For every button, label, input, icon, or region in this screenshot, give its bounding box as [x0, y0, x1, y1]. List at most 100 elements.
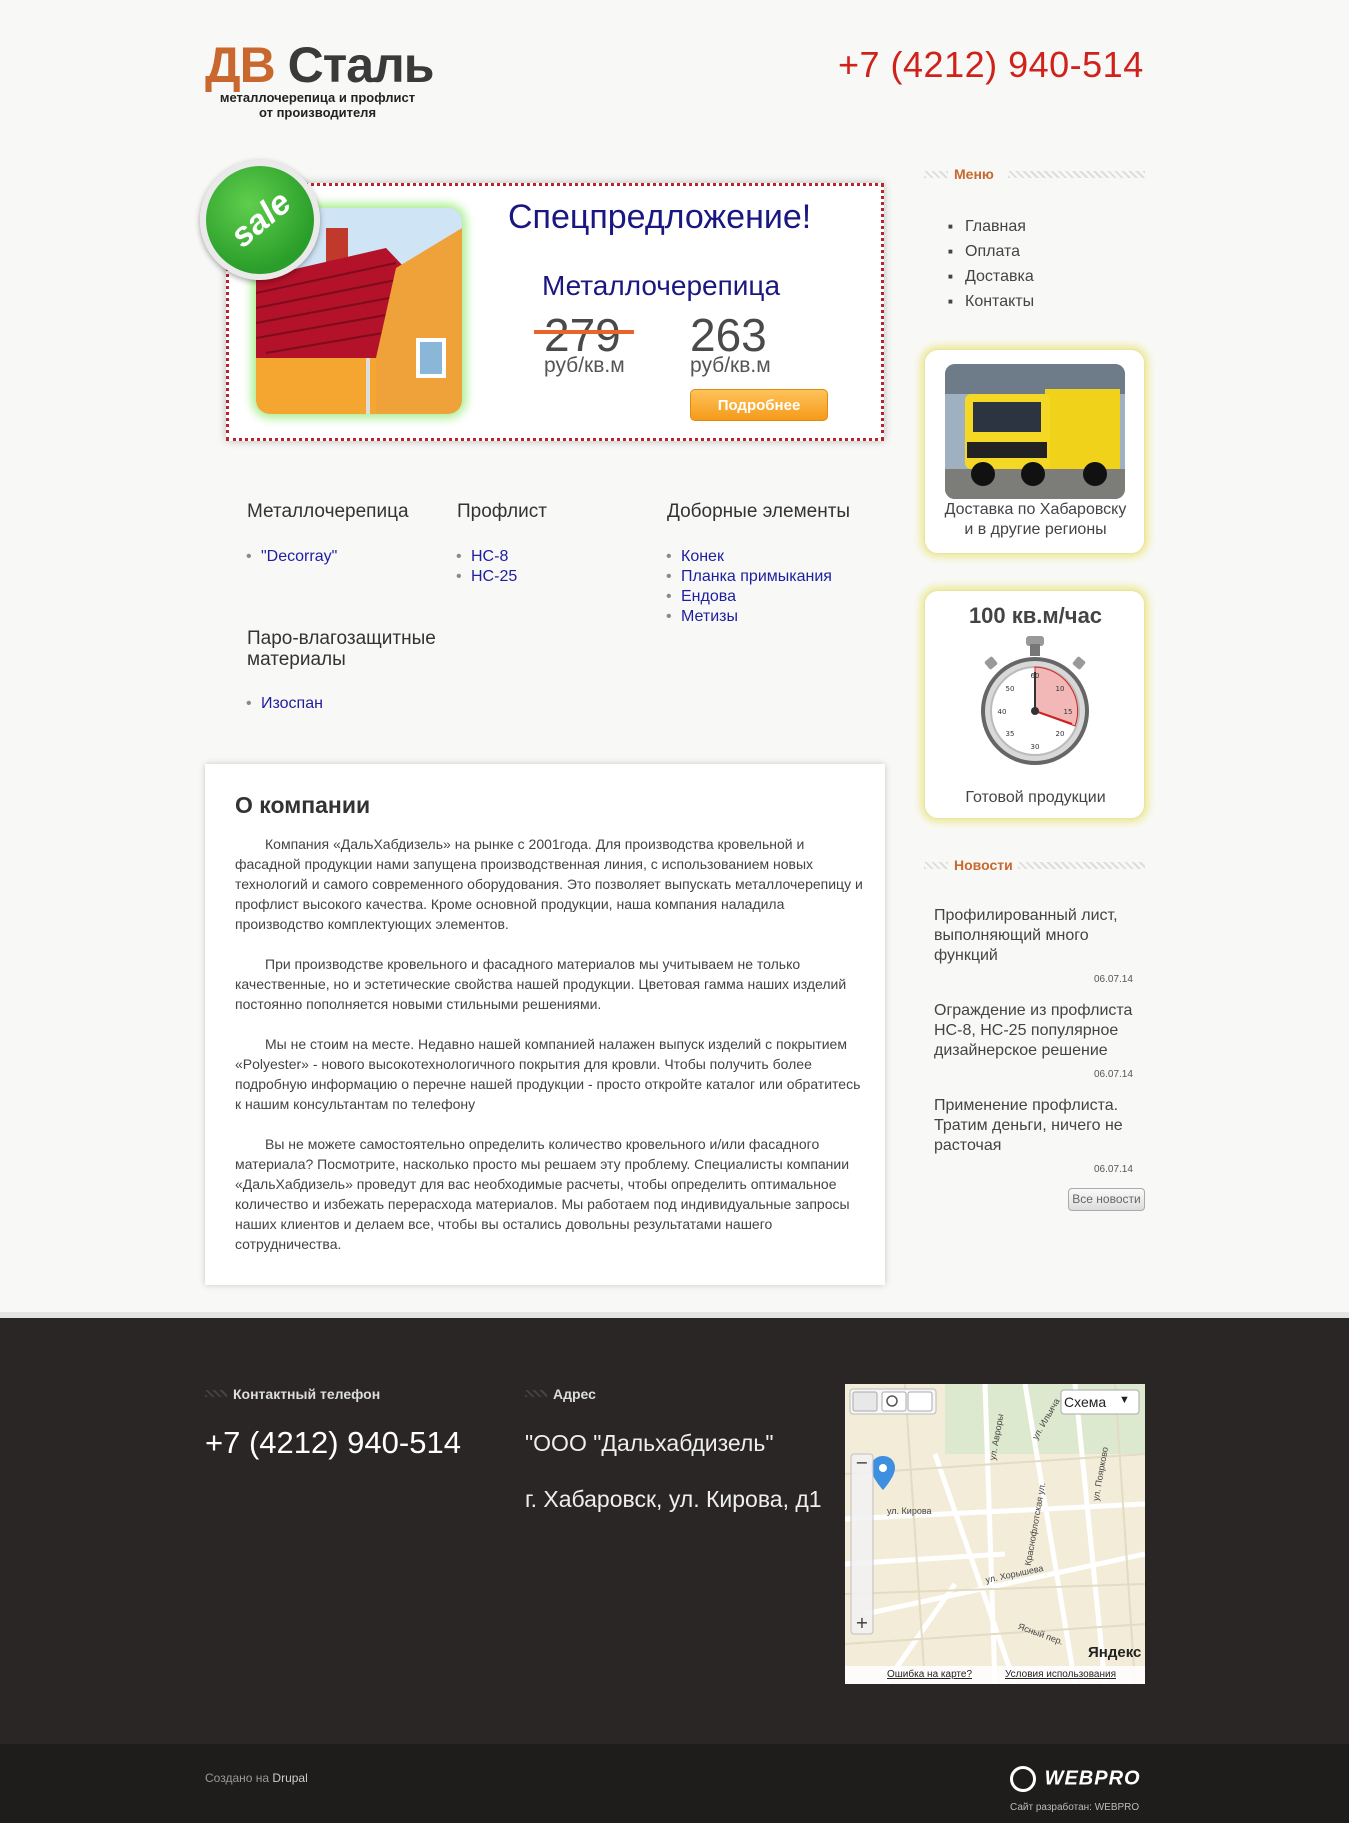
- svg-text:30: 30: [1031, 743, 1040, 751]
- menu-item-home[interactable]: Главная: [948, 214, 1034, 239]
- category-link[interactable]: Метизы: [666, 607, 832, 627]
- about-paragraph: Вы не можете самостоятельно определить к…: [235, 1136, 850, 1252]
- about-paragraph: Мы не стоим на месте. Недавно нашей комп…: [235, 1036, 861, 1112]
- menu-heading-label: Меню: [954, 166, 994, 182]
- footer-phone[interactable]: +7 (4212) 940-514: [205, 1425, 461, 1461]
- news-item-title[interactable]: Профилированный лист, выполняющий много …: [934, 906, 1134, 966]
- category-title: Профлист: [457, 501, 547, 522]
- yandex-map[interactable]: − + Схема ▼ ул. Кирова ул. Ильича ул. Ав…: [845, 1384, 1145, 1684]
- header-phone[interactable]: +7 (4212) 940-514: [838, 44, 1144, 86]
- footer-address: г. Хабаровск, ул. Кирова, д1: [525, 1486, 822, 1512]
- hatch-decoration: [1018, 862, 1145, 869]
- old-price-unit: руб/кв.м: [544, 354, 625, 377]
- sale-badge: sale: [200, 160, 320, 280]
- developer-caption: Сайт разработан: WEBPRO: [1010, 1802, 1140, 1813]
- map-street-label: ул. Кирова: [887, 1506, 932, 1516]
- category-link[interactable]: Планка примыкания: [666, 567, 832, 587]
- category-link[interactable]: Конек: [666, 547, 832, 567]
- promo-product: Металлочерепица: [542, 270, 781, 301]
- delivery-caption-1: Доставка по Хабаровску: [944, 501, 1127, 518]
- news-item-date: 06.07.14: [1094, 974, 1133, 985]
- svg-text:40: 40: [998, 708, 1007, 716]
- svg-text:60: 60: [1031, 672, 1040, 680]
- category-title: Паро-влагозащитные материалы: [247, 628, 436, 670]
- footer-address-heading-label: Адрес: [553, 1386, 596, 1402]
- svg-text:35: 35: [1006, 730, 1015, 738]
- drupal-link[interactable]: Drupal: [272, 1771, 307, 1785]
- category-link[interactable]: НС-25: [456, 567, 517, 587]
- news-heading-label: Новости: [954, 857, 1013, 873]
- production-rate-caption: Готовой продукции: [965, 789, 1106, 806]
- map-terms-link[interactable]: Условия использования: [1005, 1669, 1116, 1680]
- promo-more-button[interactable]: Подробнее: [690, 389, 828, 421]
- created-with: Создано на Drupal: [205, 1771, 308, 1785]
- truck-image: [945, 364, 1125, 499]
- webpro-logo-icon: [1010, 1766, 1036, 1792]
- svg-text:50: 50: [1006, 685, 1015, 693]
- footer-company: "ООО "Дальхабдизель": [525, 1430, 774, 1456]
- hatch-decoration: [205, 1390, 227, 1397]
- logo-title: ДВ Сталь: [205, 40, 455, 90]
- menu-item-contacts[interactable]: Контакты: [948, 289, 1034, 314]
- all-news-button[interactable]: Все новости: [1068, 1188, 1145, 1211]
- category-list: Конек Планка примыкания Ендова Метизы: [666, 547, 832, 627]
- production-rate-box: 100 кв.м/час 60 10 15 20 30 35 40 50 Готовой …: [924, 590, 1145, 819]
- hatch-decoration: [924, 171, 948, 178]
- news-item-title[interactable]: Ограждение из профлиста НС-8, НС-25 попу…: [934, 1001, 1134, 1061]
- about-section: О компании Компания «ДальХабдизель» на р…: [205, 764, 885, 1285]
- news-item-date: 06.07.14: [1094, 1164, 1133, 1175]
- developer-logo[interactable]: WEBPRO: [1010, 1766, 1141, 1792]
- new-price-unit: руб/кв.м: [690, 354, 771, 377]
- developer-logo-text: WEBPRO: [1044, 1767, 1141, 1790]
- category-title: Металлочерепица: [247, 501, 409, 522]
- svg-text:+: +: [855, 1613, 868, 1632]
- logo-stal: Сталь: [287, 37, 435, 93]
- menu-item-delivery[interactable]: Доставка: [948, 264, 1034, 289]
- truck-icon: [945, 364, 1125, 499]
- category-list: НС-8 НС-25: [456, 547, 517, 587]
- footer: [0, 1312, 1349, 1744]
- old-price-strike: [534, 330, 634, 334]
- production-rate: 100 кв.м/час: [968, 603, 1103, 628]
- category-link[interactable]: Ендова: [666, 587, 832, 607]
- bottom-bar: [0, 1744, 1349, 1823]
- chevron-down-icon[interactable]: ▼: [1119, 1394, 1130, 1406]
- menu-item-payment[interactable]: Оплата: [948, 239, 1034, 264]
- svg-text:−: −: [855, 1453, 868, 1472]
- svg-text:15: 15: [1064, 708, 1073, 716]
- delivery-box[interactable]: Доставка по Хабаровску и в другие регион…: [924, 349, 1145, 554]
- promo-title: Спецпредложение!: [508, 198, 812, 236]
- category-link[interactable]: "Decorray": [246, 547, 337, 567]
- map-error-link[interactable]: Ошибка на карте?: [887, 1669, 972, 1680]
- created-with-prefix: Создано на: [205, 1771, 270, 1785]
- logo-tagline-1: металлочерепица и профлист: [219, 90, 416, 105]
- main-menu: Главная Оплата Доставка Контакты: [948, 214, 1034, 314]
- news-item-title[interactable]: Применение профлиста. Тратим деньги, нич…: [934, 1096, 1134, 1156]
- map-layer-switch[interactable]: Схема: [1064, 1394, 1106, 1410]
- old-price: 279: [544, 309, 621, 361]
- about-paragraph: Компания «ДальХабдизель» на рынке с 2001…: [235, 836, 863, 932]
- category-title: Доборные элементы: [667, 501, 851, 522]
- category-link[interactable]: Изоспан: [246, 694, 323, 714]
- site-logo[interactable]: ДВ Сталь металлочерепица и профлист от п…: [205, 40, 455, 120]
- hatch-decoration: [1008, 171, 1145, 178]
- footer-phone-heading-label: Контактный телефон: [233, 1386, 381, 1402]
- delivery-caption-2: и в другие регионы: [964, 521, 1107, 538]
- news-heading: Новости: [924, 857, 1145, 873]
- menu-heading: Меню: [924, 166, 1145, 182]
- category-list: Изоспан: [246, 694, 323, 714]
- new-price: 263: [690, 309, 767, 361]
- about-title: О компании: [235, 792, 371, 818]
- map-brand[interactable]: Яндекс: [1088, 1644, 1141, 1661]
- about-paragraph: При производстве кровельного и фасадного…: [235, 956, 847, 1012]
- hatch-decoration: [924, 862, 948, 869]
- news-item-date: 06.07.14: [1094, 1069, 1133, 1080]
- svg-text:20: 20: [1056, 730, 1065, 738]
- logo-dv: ДВ: [205, 37, 276, 93]
- svg-text:10: 10: [1056, 685, 1065, 693]
- hatch-decoration: [525, 1390, 547, 1397]
- category-list: "Decorray": [246, 547, 337, 567]
- logo-tagline-2: от производителя: [258, 105, 377, 120]
- category-link[interactable]: НС-8: [456, 547, 517, 567]
- about-text: Компания «ДальХабдизель» на рынке с 2001…: [235, 834, 863, 1274]
